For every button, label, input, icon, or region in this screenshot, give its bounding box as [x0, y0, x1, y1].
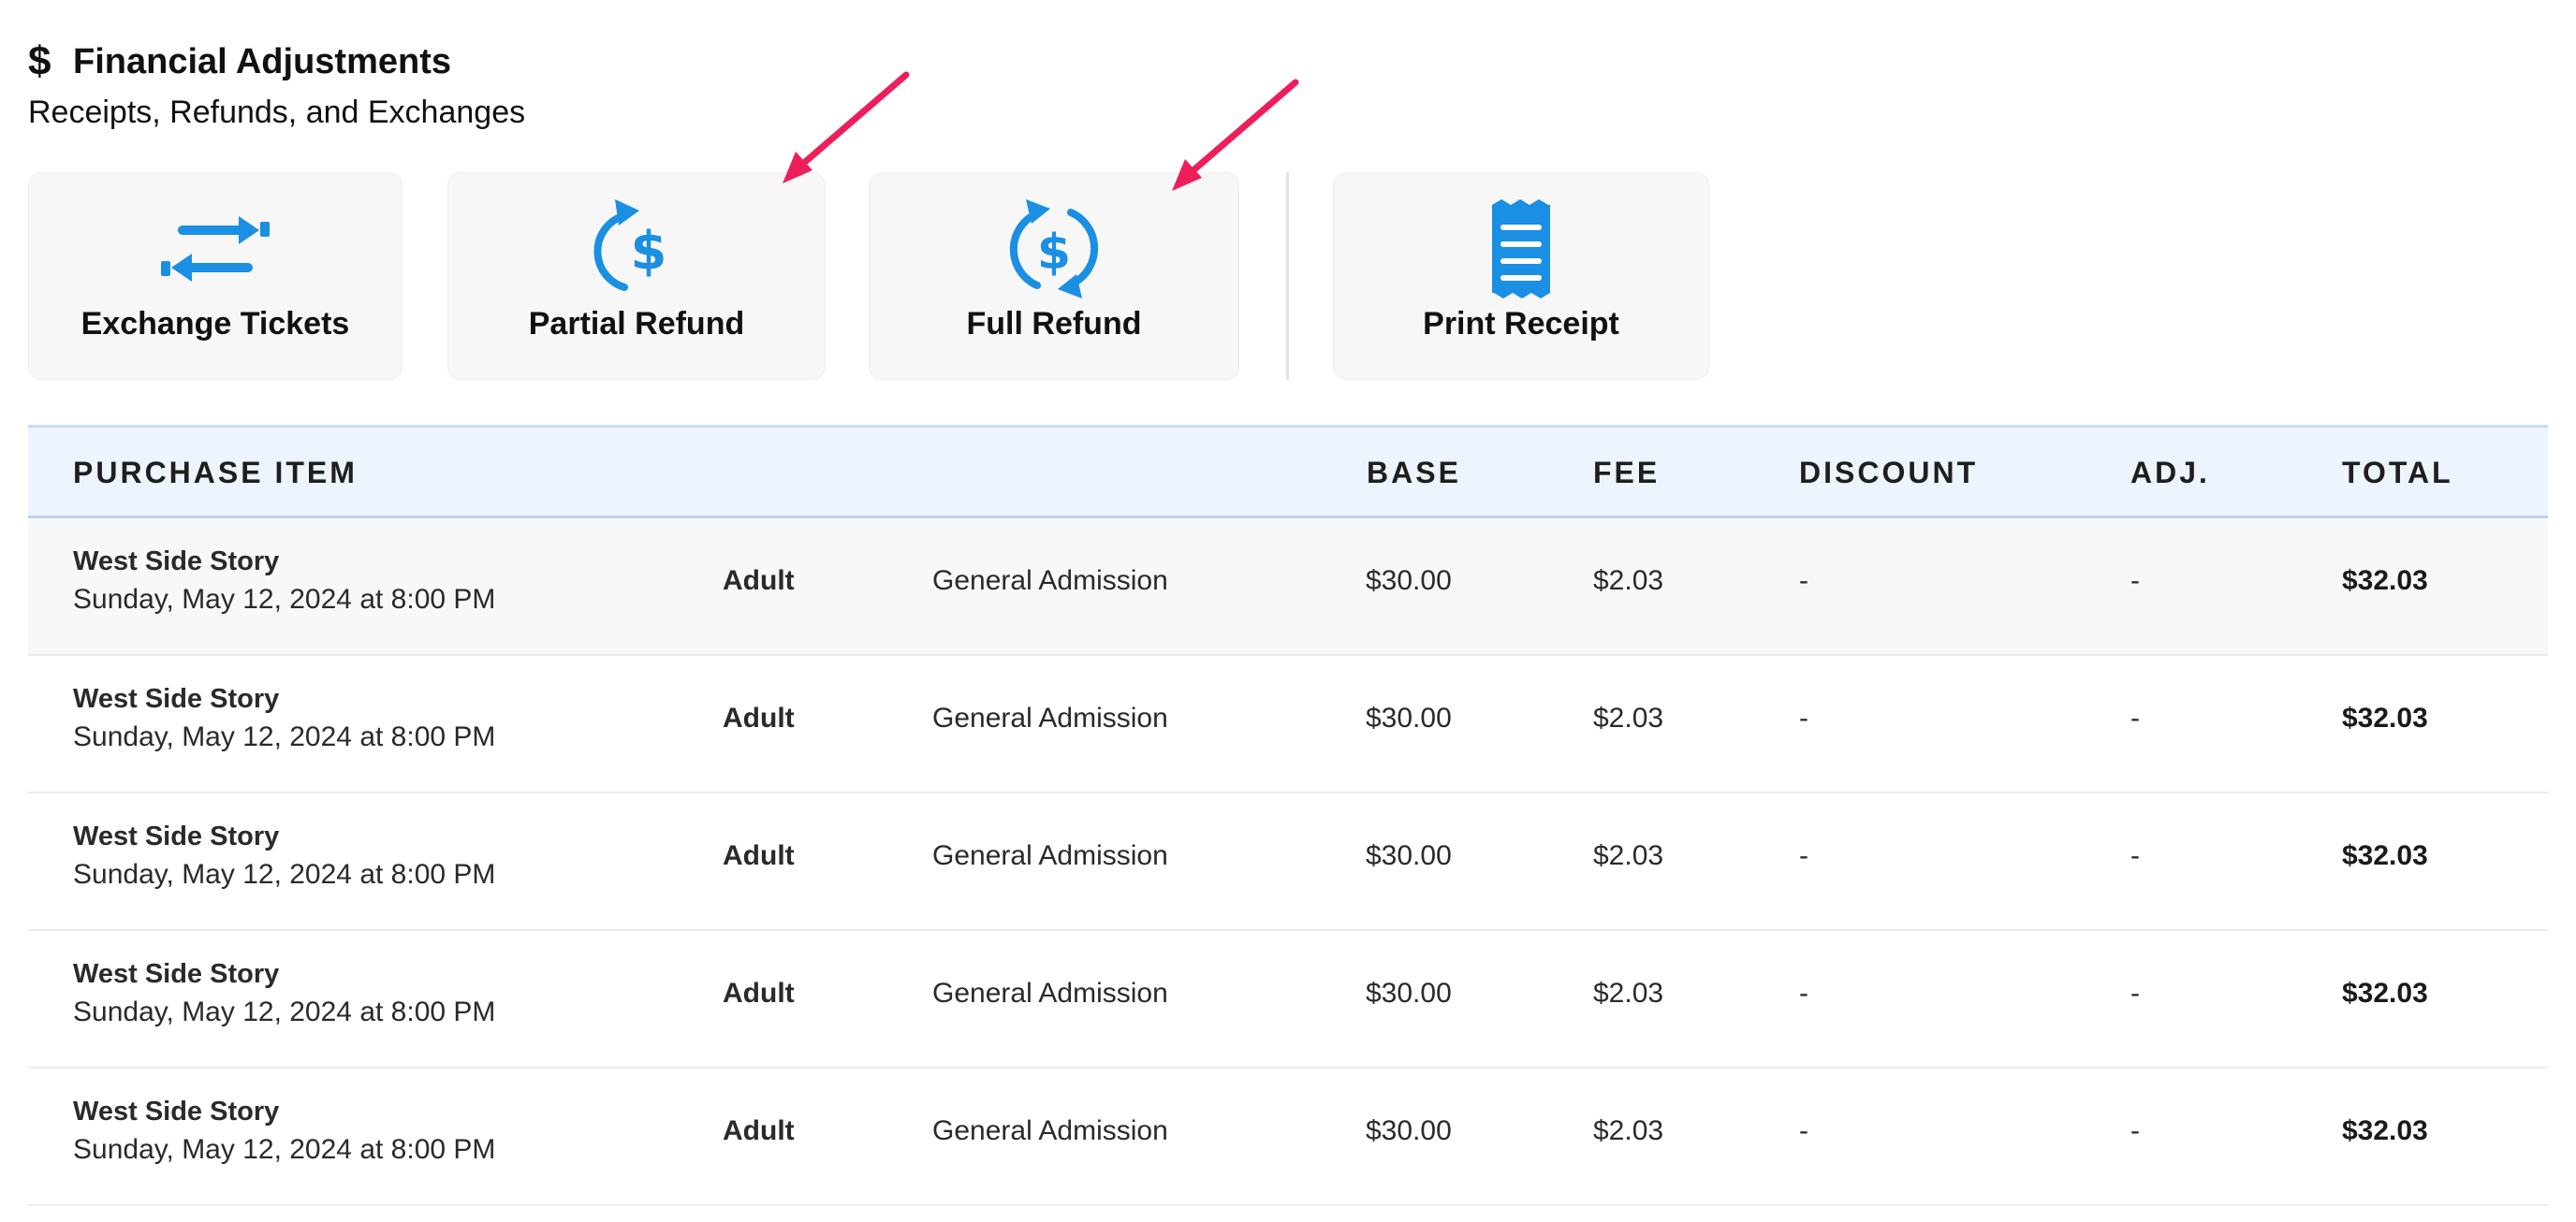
event-date: Sunday, May 12, 2024 at 8:00 PM	[73, 859, 496, 890]
event-date: Sunday, May 12, 2024 at 8:00 PM	[73, 1134, 496, 1165]
event-date: Sunday, May 12, 2024 at 8:00 PM	[73, 721, 496, 752]
column-header-fee: FEE	[1593, 456, 1661, 489]
total-amount: $32.03	[2342, 1115, 2428, 1146]
fee-amount: $2.03	[1593, 840, 1664, 871]
ticket-type: Adult	[723, 565, 795, 596]
table-row[interactable]: West Side Story Sunday, May 12, 2024 at …	[28, 518, 2548, 656]
event-name: West Side Story	[73, 959, 280, 989]
event-name: West Side Story	[73, 546, 280, 576]
base-price: $30.00	[1366, 978, 1452, 1009]
fee-amount: $2.03	[1593, 978, 1664, 1009]
discount-amount: -	[1799, 703, 1808, 734]
adjustment-amount: -	[2130, 1115, 2140, 1146]
table-row[interactable]: West Side Story Sunday, May 12, 2024 at …	[28, 1069, 2548, 1206]
event-name: West Side Story	[73, 684, 280, 714]
annotation-arrow-icon	[1172, 79, 1299, 191]
discount-amount: -	[1799, 978, 1808, 1009]
column-header-base: BASE	[1367, 456, 1461, 489]
ticket-type: Adult	[723, 1115, 795, 1146]
ticket-type: Adult	[723, 978, 795, 1009]
ticket-type: Adult	[723, 703, 795, 734]
event-name: West Side Story	[73, 1097, 280, 1127]
event-name: West Side Story	[73, 822, 280, 851]
total-amount: $32.03	[2342, 703, 2428, 734]
adjustment-amount: -	[2130, 840, 2140, 871]
annotation-arrow-icon	[783, 71, 910, 183]
column-header-purchase-item: PURCHASE ITEM	[73, 456, 358, 489]
fee-amount: $2.03	[1593, 565, 1664, 596]
base-price: $30.00	[1366, 703, 1452, 734]
seating-section: General Admission	[932, 703, 1168, 734]
base-price: $30.00	[1366, 1115, 1452, 1146]
adjustment-amount: -	[2130, 703, 2140, 734]
base-price: $30.00	[1366, 565, 1452, 596]
fee-amount: $2.03	[1593, 1115, 1664, 1146]
table-row[interactable]: West Side Story Sunday, May 12, 2024 at …	[28, 656, 2548, 793]
adjustment-amount: -	[2130, 978, 2140, 1009]
seating-section: General Admission	[932, 978, 1168, 1009]
ticket-type: Adult	[723, 840, 795, 871]
base-price: $30.00	[1366, 840, 1452, 871]
event-date: Sunday, May 12, 2024 at 8:00 PM	[73, 584, 496, 615]
event-date: Sunday, May 12, 2024 at 8:00 PM	[73, 997, 496, 1027]
total-amount: $32.03	[2342, 840, 2428, 871]
purchase-items-table: PURCHASE ITEM BASE FEE DISCOUNT ADJ. TOT…	[28, 425, 2548, 1206]
total-amount: $32.03	[2342, 978, 2428, 1009]
discount-amount: -	[1799, 1115, 1808, 1146]
column-header-adj: ADJ.	[2130, 456, 2210, 489]
table-row[interactable]: West Side Story Sunday, May 12, 2024 at …	[28, 931, 2548, 1069]
seating-section: General Admission	[932, 1115, 1168, 1146]
total-amount: $32.03	[2342, 565, 2428, 596]
discount-amount: -	[1799, 840, 1808, 871]
column-header-total: TOTAL	[2342, 456, 2453, 489]
seating-section: General Admission	[932, 840, 1168, 871]
table-header: PURCHASE ITEM BASE FEE DISCOUNT ADJ. TOT…	[28, 425, 2548, 518]
fee-amount: $2.03	[1593, 703, 1664, 734]
seating-section: General Admission	[932, 565, 1168, 596]
column-header-discount: DISCOUNT	[1799, 456, 1979, 489]
table-row[interactable]: West Side Story Sunday, May 12, 2024 at …	[28, 793, 2548, 931]
discount-amount: -	[1799, 565, 1808, 596]
adjustment-amount: -	[2130, 565, 2140, 596]
